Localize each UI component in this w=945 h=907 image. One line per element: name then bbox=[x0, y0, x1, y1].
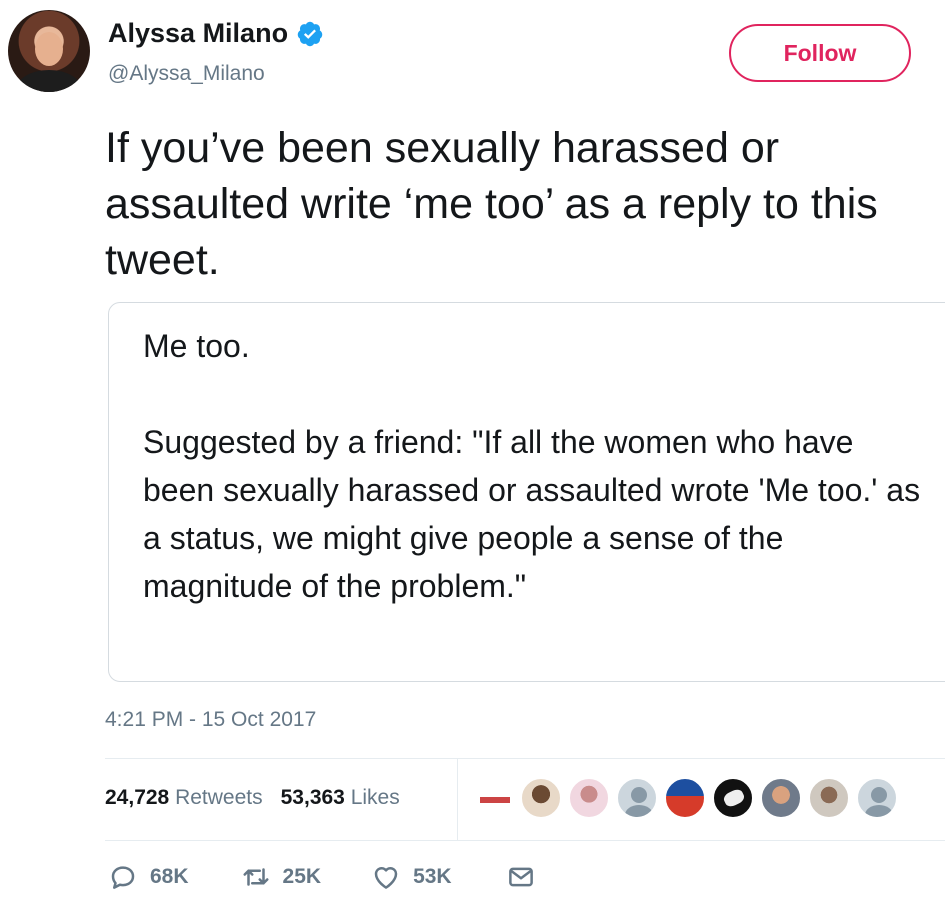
liker-avatars bbox=[472, 777, 898, 819]
default-avatar-icon[interactable] bbox=[616, 777, 658, 819]
default-avatar-icon[interactable] bbox=[856, 777, 898, 819]
avatar-face bbox=[35, 32, 63, 66]
reply-count: 68K bbox=[150, 865, 189, 888]
retweets-count: 24,728 bbox=[105, 786, 170, 809]
retweets-label: Retweets bbox=[175, 786, 263, 809]
follow-button[interactable]: Follow bbox=[729, 24, 911, 82]
attached-text: Me too. Suggested by a friend: "If all t… bbox=[143, 328, 921, 604]
like-count: 53K bbox=[413, 865, 452, 888]
tweet-text: If you’ve been sexually harassed or assa… bbox=[105, 124, 878, 284]
likes-stat[interactable]: 53,363 Likes bbox=[281, 786, 400, 810]
liker-avatar[interactable] bbox=[568, 777, 610, 819]
heart-icon bbox=[374, 867, 398, 889]
author-avatar[interactable] bbox=[8, 10, 90, 92]
liker-avatar[interactable] bbox=[520, 777, 562, 819]
divider-top bbox=[105, 758, 945, 759]
likes-count: 53,363 bbox=[280, 786, 345, 809]
retweet-count: 25K bbox=[282, 865, 322, 888]
likes-label: Likes bbox=[350, 786, 400, 809]
reply-icon bbox=[111, 866, 135, 889]
like-button[interactable]: 53K bbox=[371, 862, 452, 892]
retweet-button[interactable]: 25K bbox=[241, 862, 322, 892]
liker-avatar[interactable] bbox=[472, 777, 514, 819]
verified-badge-icon bbox=[297, 21, 323, 46]
author-name[interactable]: Alyssa Milano bbox=[108, 18, 288, 49]
avatar-shoulders bbox=[16, 70, 82, 92]
retweets-stat[interactable]: 24,728 Retweets bbox=[105, 786, 263, 810]
reply-button[interactable]: 68K bbox=[108, 862, 189, 892]
divider-bottom bbox=[105, 840, 945, 841]
tweet-actions: 68K 25K 53K bbox=[108, 862, 536, 892]
author-handle[interactable]: @Alyssa_Milano bbox=[108, 62, 265, 86]
liker-avatar[interactable] bbox=[808, 777, 850, 819]
liker-avatar[interactable] bbox=[712, 777, 754, 819]
liker-avatar[interactable] bbox=[664, 777, 706, 819]
author-name-row[interactable]: Alyssa Milano bbox=[108, 18, 324, 49]
tweet-timestamp[interactable]: 4:21 PM - 15 Oct 2017 bbox=[105, 708, 316, 732]
envelope-icon bbox=[508, 867, 533, 887]
direct-message-button[interactable] bbox=[506, 862, 536, 892]
retweet-icon bbox=[243, 868, 269, 886]
stats-divider bbox=[457, 758, 458, 840]
engagement-stats: 24,728 Retweets 53,363 Likes bbox=[105, 786, 400, 810]
liker-avatar[interactable] bbox=[760, 777, 802, 819]
